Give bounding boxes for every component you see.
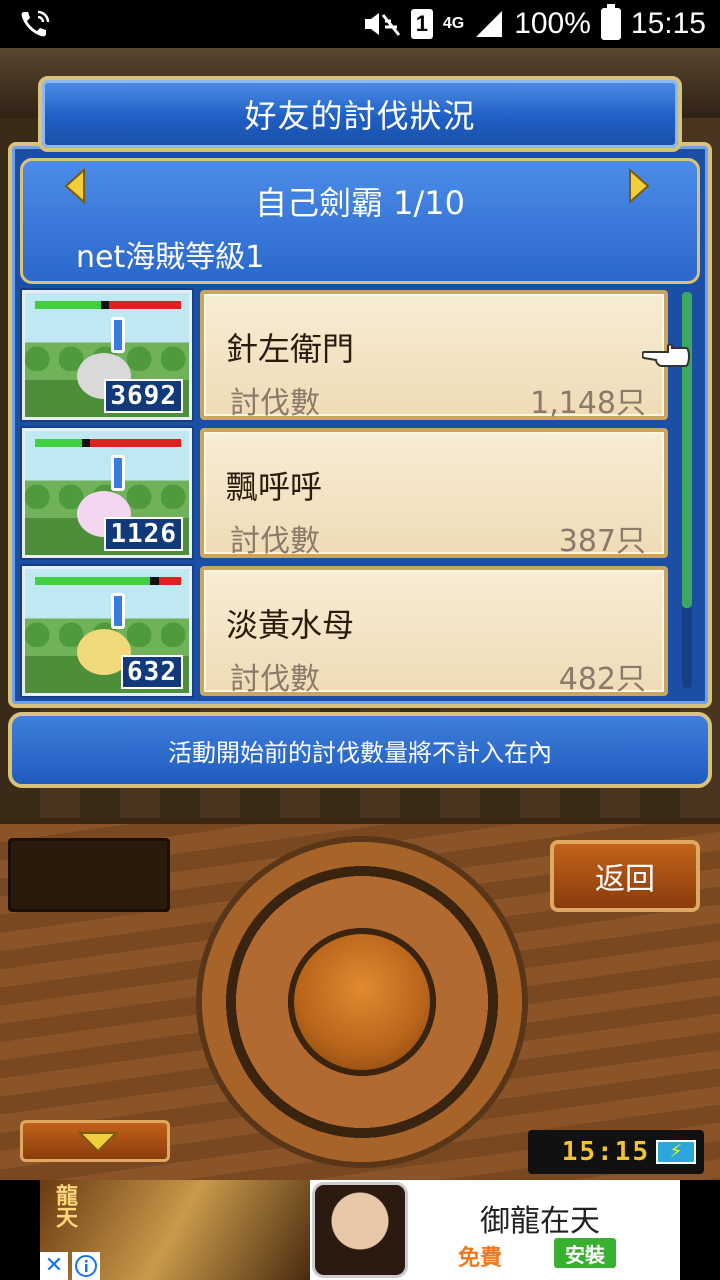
ad-app-icon[interactable]: [312, 1182, 408, 1278]
game-clock-time: 15:15: [561, 1137, 650, 1167]
friend-name: 淡黃水母: [226, 606, 355, 644]
hp-remaining: [90, 439, 181, 447]
kill-count-value: 482只: [558, 662, 646, 697]
hp-bar: [35, 301, 181, 309]
alert-icon: [111, 317, 125, 353]
dialog-title: 好友的討伐狀況: [244, 97, 476, 135]
charging-battery-icon: ⚡: [656, 1140, 696, 1164]
down-arrow-icon: [78, 1132, 118, 1153]
signal-icon: [476, 11, 503, 37]
hand-pointer-icon: [642, 343, 690, 367]
kill-count-label: 討伐數: [230, 662, 320, 697]
ad-info-icon[interactable]: [72, 1252, 100, 1280]
battery-icon: [600, 4, 621, 40]
ad-brand: 龍天: [52, 1184, 77, 1228]
dpad-center-button[interactable]: [288, 928, 436, 1076]
screen-slot: [8, 838, 170, 912]
back-button[interactable]: 返回: [550, 840, 700, 912]
hp-fill: [35, 439, 82, 447]
notice-text: 活動開始前的討伐數量將不計入在內: [168, 738, 552, 767]
friend-row[interactable]: 1126 飄呼呼 討伐數 387只: [20, 426, 672, 560]
status-time: 15:15: [630, 7, 706, 40]
monster-score: 632: [121, 655, 183, 689]
friend-row[interactable]: 3692 針左衛門 討伐數 1,148只: [20, 288, 672, 422]
battery-percent: 100%: [514, 7, 591, 40]
ad-title: 御龍在天: [480, 1204, 600, 1239]
monster-score: 3692: [104, 379, 183, 413]
kill-count-label: 討伐數: [230, 386, 320, 421]
hp-remaining: [159, 577, 181, 585]
game-clock: 15:15 ⚡: [528, 1130, 704, 1174]
friend-name: 針左衛門: [226, 330, 355, 368]
sim-slot-badge: 1: [410, 9, 433, 39]
alert-icon: [111, 593, 125, 629]
friend-card[interactable]: 飄呼呼 討伐數 387只: [200, 428, 668, 559]
ad-close-icon[interactable]: ✕: [40, 1252, 68, 1280]
ad-free-label: 免費: [458, 1246, 503, 1271]
level-subtitle: net海賊等級1: [76, 240, 265, 275]
monster-thumbnail: 3692: [20, 288, 194, 422]
hp-remaining: [109, 301, 181, 309]
hp-fill: [35, 577, 151, 585]
hp-fill: [35, 301, 101, 309]
friend-name: 飄呼呼: [226, 468, 323, 506]
kill-count-value: 387只: [558, 524, 646, 559]
status-bar: 1 4G 100% 15:15: [0, 0, 720, 48]
dialog-title-bar: 好友的討伐狀況: [38, 76, 682, 152]
monster-score: 1126: [104, 517, 183, 551]
alert-icon: [111, 455, 125, 491]
kill-count-value: 1,148只: [530, 386, 646, 421]
wifi-calling-icon: [21, 10, 50, 37]
friend-card[interactable]: 針左衛門 討伐數 1,148只: [200, 290, 668, 421]
ranking-label: 自己劍霸 1/10: [254, 184, 466, 222]
network-type: 4G: [442, 15, 465, 32]
ad-banner[interactable]: 龍天 御龍在天 免費 安裝: [40, 1180, 680, 1280]
friend-row[interactable]: 632 淡黃水母 討伐數 482只: [20, 564, 672, 698]
monster-thumbnail: 632: [20, 564, 194, 698]
notice-bar: 活動開始前的討伐數量將不計入在內: [8, 712, 712, 788]
friend-card[interactable]: 淡黃水母 討伐數 482只: [200, 566, 668, 697]
kill-count-label: 討伐數: [230, 524, 320, 559]
hp-bar: [35, 577, 181, 585]
mute-icon: [364, 13, 401, 36]
ad-install-button[interactable]: 安裝: [554, 1238, 616, 1268]
monster-thumbnail: 1126: [20, 426, 194, 560]
hp-bar: [35, 439, 181, 447]
scroll-down-button[interactable]: [20, 1120, 170, 1162]
